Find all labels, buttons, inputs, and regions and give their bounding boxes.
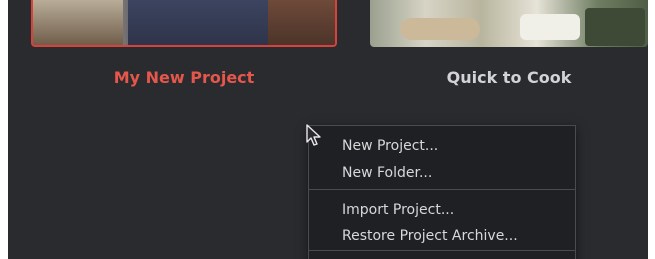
thumbnail-image — [585, 8, 645, 46]
menu-divider — [309, 250, 575, 251]
thumbnail-image — [268, 0, 335, 45]
project-thumbnail-my-new-project[interactable] — [31, 0, 337, 47]
thumbnail-image — [33, 0, 123, 45]
thumbnail-image — [128, 0, 268, 45]
project-manager-panel: My New Project Quick to Cook New Project… — [8, 0, 648, 259]
menu-item-import-project[interactable]: Import Project... — [309, 198, 575, 222]
context-menu: New Project... New Folder... Import Proj… — [308, 125, 576, 259]
project-title-quick-to-cook[interactable]: Quick to Cook — [370, 67, 648, 89]
arrow-cursor-icon — [306, 124, 321, 146]
menu-item-new-project[interactable]: New Project... — [309, 134, 575, 158]
thumbnail-image — [400, 18, 480, 40]
menu-item-restore-project-archive[interactable]: Restore Project Archive... — [309, 224, 575, 248]
thumbnail-image — [520, 14, 580, 40]
menu-divider — [309, 189, 575, 190]
project-thumbnail-quick-to-cook[interactable] — [370, 0, 648, 47]
menu-item-new-folder[interactable]: New Folder... — [309, 161, 575, 185]
project-title-my-new-project[interactable]: My New Project — [31, 67, 337, 89]
